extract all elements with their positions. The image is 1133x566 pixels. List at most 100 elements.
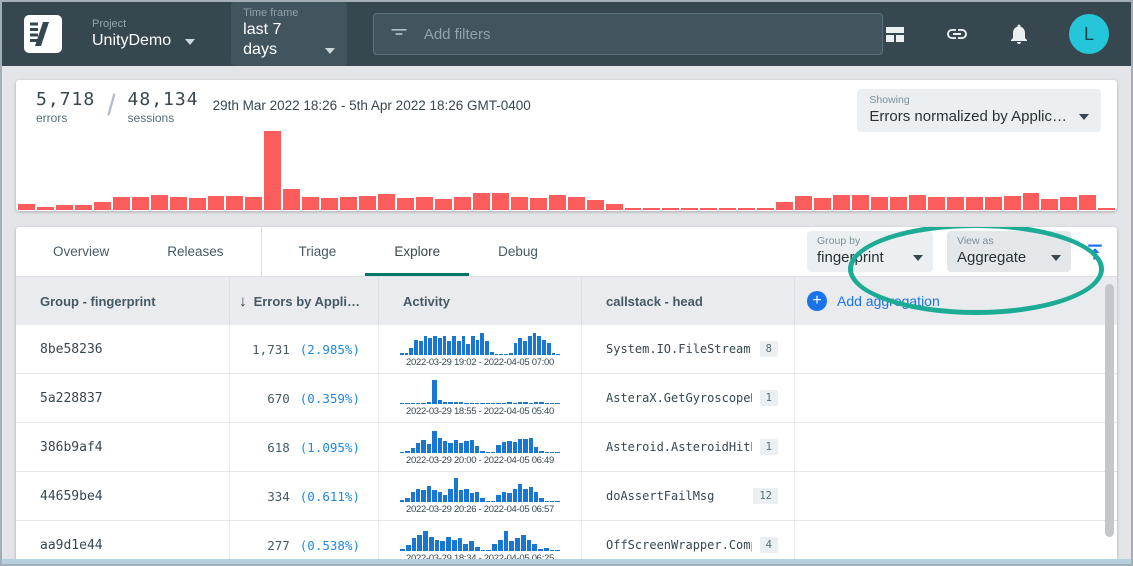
add-aggregation-button[interactable]: + Add aggregation (807, 291, 940, 311)
tab-debug[interactable]: Debug (469, 227, 567, 276)
sparkline-bar (495, 354, 499, 356)
sparkline-bar (454, 402, 458, 404)
histogram-bar (681, 208, 698, 210)
share-link-icon[interactable] (945, 22, 969, 46)
histogram-bar (1079, 195, 1096, 210)
table-row[interactable]: 5a228837 670 (0.359%) 2022-03-29 18:55 -… (16, 374, 1117, 423)
histogram-bar (226, 196, 243, 210)
tab-explore[interactable]: Explore (365, 227, 469, 276)
scroll-to-top-icon[interactable] (1085, 242, 1105, 262)
error-percent[interactable]: (0.359%) (300, 391, 360, 406)
table-row[interactable]: 44659be4 334 (0.611%) 2022-03-29 20:26 -… (16, 472, 1117, 521)
errors-label: errors (36, 111, 95, 125)
cell-fingerprint[interactable]: aa9d1e44 (16, 521, 230, 563)
backtrace-logo-icon[interactable] (24, 15, 62, 53)
group-by-selector[interactable]: Group by fingerprint (807, 231, 933, 272)
timeframe-label: Time frame (243, 7, 311, 20)
callstack-count-badge: 12 (753, 488, 778, 504)
histogram-bar (757, 208, 774, 210)
cell-fingerprint[interactable]: 5a228837 (16, 374, 230, 422)
cell-callstack: System.IO.FileStream.… 8 (582, 325, 795, 373)
sparkline-bar (447, 341, 451, 356)
histogram-bar (264, 131, 281, 210)
sparkline-bar (432, 431, 436, 453)
sparkline-bar (438, 400, 442, 404)
add-aggregation-label: Add aggregation (837, 293, 940, 309)
view-as-selector[interactable]: View as Aggregate (947, 231, 1071, 272)
notifications-bell-icon[interactable] (1007, 22, 1031, 46)
sparkline-bar (448, 402, 452, 404)
histogram-bar (321, 198, 338, 210)
activity-date-range: 2022-03-29 20:00 - 2022-04-05 06:49 (400, 455, 560, 466)
callstack-head: Asteroid.AsteroidHitBy… (606, 440, 752, 454)
tab-overview[interactable]: Overview (24, 227, 138, 276)
cell-callstack: doAssertFailMsg 12 (582, 472, 795, 520)
histogram-bar (1060, 197, 1077, 210)
sparkline-bar (547, 343, 551, 356)
column-header-errors[interactable]: ↓ Errors by Appli… (230, 277, 379, 325)
cell-fingerprint[interactable]: 8be58236 (16, 325, 230, 373)
sparkline-bar (432, 490, 436, 502)
histogram-bar (511, 197, 528, 210)
cell-activity: 2022-03-29 18:55 - 2022-04-05 05:40 (379, 374, 582, 422)
histogram-bar (397, 198, 414, 210)
sparkline-bar (475, 446, 479, 454)
tab-triage[interactable]: Triage (270, 227, 366, 276)
histogram-bar (75, 205, 92, 210)
sparkline-bar (504, 531, 509, 551)
chevron-down-icon (185, 39, 195, 45)
project-value: UnityDemo (92, 31, 171, 51)
sparkline-bar (545, 452, 549, 454)
column-header-activity[interactable]: Activity (379, 277, 582, 325)
showing-selector[interactable]: Showing Errors normalized by Applic… (857, 89, 1101, 132)
date-range-text: 29th Mar 2022 18:26 - 5th Apr 2022 18:26… (213, 98, 531, 113)
cell-fingerprint[interactable]: 44659be4 (16, 472, 230, 520)
table-row[interactable]: 386b9af4 618 (1.095%) 2022-03-29 20:00 -… (16, 423, 1117, 472)
error-percent[interactable]: (0.538%) (300, 538, 360, 553)
histogram-bar (94, 202, 111, 210)
sparkline-bar (466, 344, 470, 355)
sparkline-bar (405, 451, 409, 454)
timeframe-selector[interactable]: Time frame last 7 days (231, 2, 347, 66)
sparkline-bar (463, 544, 468, 552)
sparkline-bar (409, 348, 413, 356)
histogram-bar (1041, 199, 1058, 210)
cell-callstack: Asteroid.AsteroidHitBy… 1 (582, 423, 795, 471)
sparkline-bar (491, 501, 495, 503)
errors-stat: 5,718 errors (36, 89, 95, 125)
histogram-bar (492, 193, 509, 210)
cell-aggregation-empty (795, 423, 1117, 471)
cell-aggregation-empty (795, 521, 1117, 563)
activity-sparkline (400, 477, 560, 502)
sparkline-bar (462, 336, 466, 356)
error-percent[interactable]: (0.611%) (300, 489, 360, 504)
sparkline-bar (400, 452, 404, 454)
table-row[interactable]: 8be58236 1,731 (2.985%) 2022-03-29 19:02… (16, 325, 1117, 374)
histogram-bar (170, 197, 187, 210)
sparkline-bar (480, 403, 484, 404)
sparkline-bar (527, 540, 532, 552)
histogram-bar (435, 199, 452, 210)
error-histogram[interactable] (18, 131, 1115, 210)
histogram-bar (132, 197, 149, 210)
sparkline-bar (443, 495, 447, 503)
table-row[interactable]: aa9d1e44 277 (0.538%) 2022-03-29 18:34 -… (16, 521, 1117, 563)
sparkline-bar (412, 538, 417, 552)
sessions-label: sessions (128, 111, 199, 125)
error-percent[interactable]: (2.985%) (300, 342, 360, 357)
vertical-scrollbar-thumb[interactable] (1105, 284, 1114, 537)
sparkline-bar (475, 547, 480, 551)
column-header-callstack[interactable]: callstack - head (582, 277, 795, 325)
sparkline-bar (457, 341, 461, 355)
app-window: Project UnityDemo Time frame last 7 days… (0, 0, 1133, 566)
error-percent[interactable]: (1.095%) (300, 440, 360, 455)
dashboard-layout-icon[interactable] (883, 22, 907, 46)
fingerprint-value: 44659be4 (40, 489, 103, 504)
cell-fingerprint[interactable]: 386b9af4 (16, 423, 230, 471)
user-avatar[interactable]: L (1069, 14, 1109, 54)
column-header-fingerprint[interactable]: Group - fingerprint (16, 277, 230, 325)
sparkline-bar (529, 403, 533, 404)
add-filters-input[interactable]: Add filters (373, 13, 883, 55)
project-selector[interactable]: Project UnityDemo (92, 18, 195, 51)
tab-releases[interactable]: Releases (138, 227, 252, 276)
